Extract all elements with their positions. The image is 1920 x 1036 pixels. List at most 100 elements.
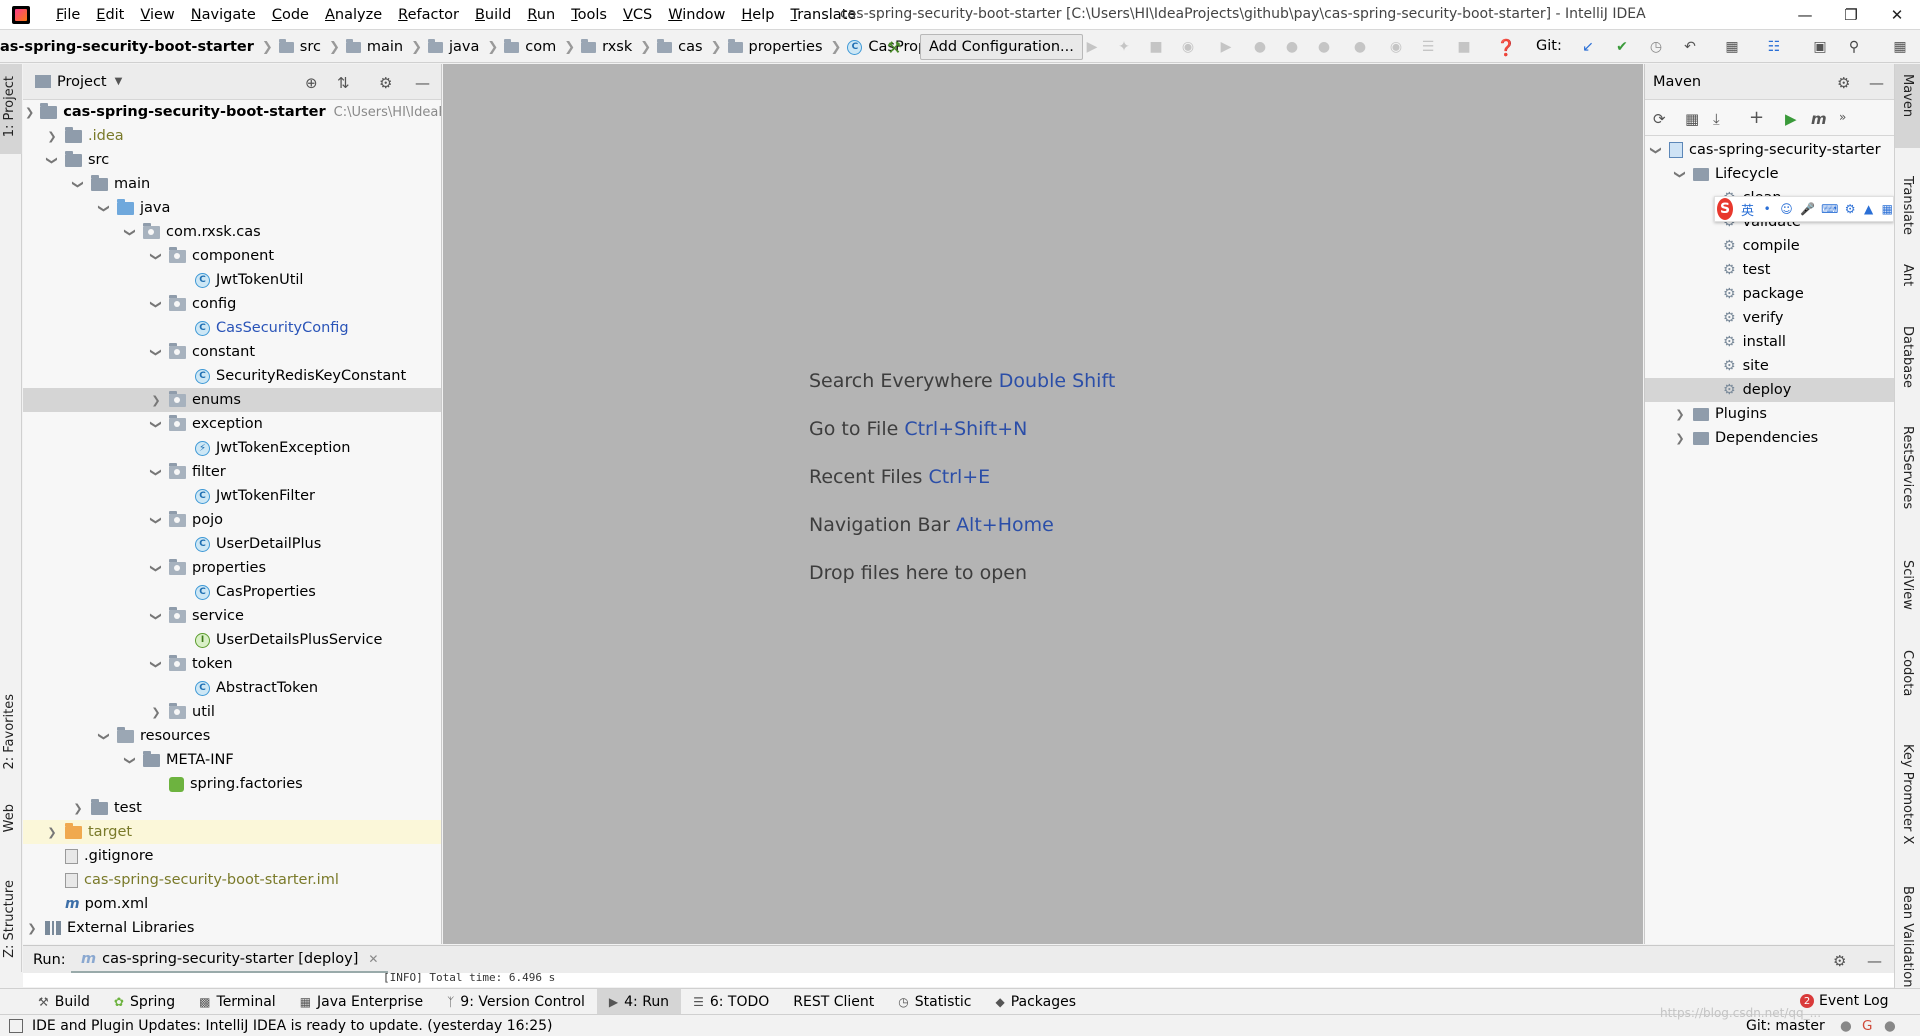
tree-item-jwttokenfilter[interactable]: C JwtTokenFilter xyxy=(23,484,441,508)
chevron-down-icon[interactable]: ❯ xyxy=(150,249,163,263)
tree-root[interactable]: ❯ cas-spring-security-boot-starter C:\Us… xyxy=(23,100,441,124)
tab-bean-validation[interactable]: Bean Validation xyxy=(1900,886,1915,998)
run-console-output[interactable]: [INFO] Total time: 6.496 s xyxy=(23,973,1894,987)
minimize-button[interactable]: — xyxy=(1782,0,1828,30)
terminal-window-icon[interactable]: ▣ xyxy=(1812,39,1828,55)
chevron-right-icon[interactable]: ❯ xyxy=(71,802,85,815)
tree-item-properties[interactable]: ❯ properties xyxy=(23,556,441,580)
chevron-down-icon[interactable]: ❯ xyxy=(124,225,137,239)
hide-panel-icon[interactable]: — xyxy=(415,74,430,92)
tree-item-meta-inf[interactable]: ❯ META-INF xyxy=(23,748,441,772)
breadcrumb-item[interactable]: rxsk ❯ xyxy=(575,38,651,55)
skin-shirt-icon[interactable]: ▲ xyxy=(1863,202,1873,216)
tool-window-icon[interactable]: ▦ xyxy=(1892,39,1908,55)
maven-project[interactable]: ❯ cas-spring-security-starter xyxy=(1645,138,1894,162)
menu-navigate[interactable]: Navigate xyxy=(183,7,264,23)
keyboard-icon[interactable]: ⌨ xyxy=(1821,202,1838,216)
menu-window[interactable]: Window xyxy=(660,7,733,23)
chevron-down-icon[interactable]: ❯ xyxy=(150,465,163,479)
chevron-right-icon[interactable]: ❯ xyxy=(25,922,39,935)
chevron-down-icon[interactable]: ❯ xyxy=(124,753,137,767)
tab-codota[interactable]: Codota xyxy=(1900,650,1915,696)
dropdown-arrow-icon[interactable]: ▼ xyxy=(115,76,123,87)
close-tab-icon[interactable]: ✕ xyxy=(368,952,378,966)
tree-item-jwttokenexception[interactable]: ⚡ JwtTokenException xyxy=(23,436,441,460)
tree-item-java[interactable]: ❯ java xyxy=(23,196,441,220)
breadcrumb-item[interactable]: java ❯ xyxy=(422,38,498,55)
collapse-all-icon[interactable]: ⇅ xyxy=(337,74,350,92)
git-commit-icon[interactable]: ✔ xyxy=(1614,39,1630,55)
tree-item-cassecurityconfig[interactable]: C CasSecurityConfig xyxy=(23,316,441,340)
breadcrumb-item[interactable]: properties ❯ xyxy=(722,38,841,55)
tree-item-gitignore[interactable]: .gitignore xyxy=(23,844,441,868)
tab-key-promoter-x[interactable]: Key Promoter X xyxy=(1900,744,1915,844)
tree-item-constant[interactable]: ❯ constant xyxy=(23,340,441,364)
project-panel-title[interactable]: Project xyxy=(57,74,107,90)
tree-item-src[interactable]: ❯ src xyxy=(23,148,441,172)
status-message[interactable]: IDE and Plugin Updates: IntelliJ IDEA is… xyxy=(32,1018,553,1034)
chevron-right-icon[interactable]: ❯ xyxy=(1673,408,1687,421)
tab-structure[interactable]: Z: Structure xyxy=(2,880,17,958)
tab-maven[interactable]: Maven xyxy=(1900,74,1915,117)
breadcrumb-item[interactable]: main ❯ xyxy=(340,38,422,55)
chevron-down-icon[interactable]: ❯ xyxy=(150,657,163,671)
tree-item-external-libraries[interactable]: ❯ External Libraries xyxy=(23,916,441,940)
maven-phase-test[interactable]: ⚙ test xyxy=(1645,258,1894,282)
tab-rest-client[interactable]: REST Client xyxy=(781,989,886,1015)
tree-item-iml[interactable]: cas-spring-security-boot-starter.iml xyxy=(23,868,441,892)
tree-item-pom[interactable]: m pom.xml xyxy=(23,892,441,916)
tree-item-test[interactable]: ❯ test xyxy=(23,796,441,820)
settings-gear-icon[interactable]: ⚙ xyxy=(1837,74,1850,92)
maven-phase-site[interactable]: ⚙ site xyxy=(1645,354,1894,378)
chevron-down-icon[interactable]: ❯ xyxy=(150,297,163,311)
tab-run[interactable]: ▶ 4: Run xyxy=(596,988,682,1015)
git-branch-widget[interactable]: Git: master xyxy=(1746,1018,1825,1034)
tree-item-userdetailplus[interactable]: C UserDetailPlus xyxy=(23,532,441,556)
chevron-down-icon[interactable]: ❯ xyxy=(25,106,34,119)
tab-java-enterprise[interactable]: ▦ Java Enterprise xyxy=(288,989,435,1015)
menu-help[interactable]: Help xyxy=(733,7,782,23)
run-dashboard-icon[interactable]: ▶ xyxy=(1218,39,1234,55)
tree-item-spring-factories[interactable]: spring.factories xyxy=(23,772,441,796)
build-hammer-icon[interactable]: ⚒ xyxy=(886,38,902,57)
maven-plugins[interactable]: ❯ Plugins xyxy=(1645,402,1894,426)
chevron-down-icon[interactable]: ❯ xyxy=(1650,143,1663,157)
attach-icon[interactable]: ● xyxy=(1284,39,1300,55)
grid-menu-icon[interactable]: ▦ xyxy=(1882,202,1893,216)
debug-icon[interactable]: ✦ xyxy=(1116,39,1132,55)
maven-phase-verify[interactable]: ⚙ verify xyxy=(1645,306,1894,330)
notifications-icon[interactable]: ● xyxy=(1884,1018,1896,1034)
tab-web[interactable]: Web xyxy=(2,804,17,832)
tab-ant[interactable]: Ant xyxy=(1900,264,1915,286)
maven-phase-install[interactable]: ⚙ install xyxy=(1645,330,1894,354)
tab-spring[interactable]: ✿ Spring xyxy=(102,989,187,1015)
menu-run[interactable]: Run xyxy=(519,7,563,23)
add-icon[interactable]: + xyxy=(1749,107,1764,128)
breadcrumb-item[interactable]: src ❯ xyxy=(273,38,340,55)
tree-item-component[interactable]: ❯ component xyxy=(23,244,441,268)
add-configuration-button[interactable]: Add Configuration... xyxy=(920,34,1083,60)
git-history-icon[interactable]: ◷ xyxy=(1648,39,1664,55)
menu-view[interactable]: View xyxy=(132,7,182,23)
punctuation-icon[interactable]: • xyxy=(1762,202,1772,216)
settings-run-icon[interactable]: ◉ xyxy=(1388,39,1404,55)
menu-tools[interactable]: Tools xyxy=(563,7,615,23)
project-structure-icon[interactable]: ▦ xyxy=(1724,39,1740,55)
menu-vcs[interactable]: VCS xyxy=(615,7,660,23)
microphone-icon[interactable]: 🎤 xyxy=(1800,202,1815,216)
search-icon[interactable]: ⚲ xyxy=(1846,39,1862,55)
coverage-icon[interactable]: ■ xyxy=(1148,39,1164,55)
git-rollback-icon[interactable]: ↶ xyxy=(1682,39,1698,55)
tree-item-securityrediskeyconstant[interactable]: C SecurityRedisKeyConstant xyxy=(23,364,441,388)
chevron-right-icon[interactable]: ❯ xyxy=(1673,432,1687,445)
profile-icon[interactable]: ◉ xyxy=(1180,39,1196,55)
hide-panel-icon[interactable]: — xyxy=(1869,74,1884,92)
chevron-right-icon[interactable]: ❯ xyxy=(149,394,163,407)
tree-item-idea[interactable]: ❯ .idea xyxy=(23,124,441,148)
run-tab[interactable]: m cas-spring-security-starter [deploy] ✕ xyxy=(71,946,389,974)
ime-toolbar[interactable]: S 英 • ☺ 🎤 ⌨ ⚙ ▲ ▦ xyxy=(1714,196,1894,222)
more-icon[interactable]: » xyxy=(1839,110,1846,124)
menu-edit[interactable]: Edit xyxy=(88,7,132,23)
tree-item-filter[interactable]: ❯ filter xyxy=(23,460,441,484)
run-icon[interactable]: ▶ xyxy=(1785,110,1797,128)
